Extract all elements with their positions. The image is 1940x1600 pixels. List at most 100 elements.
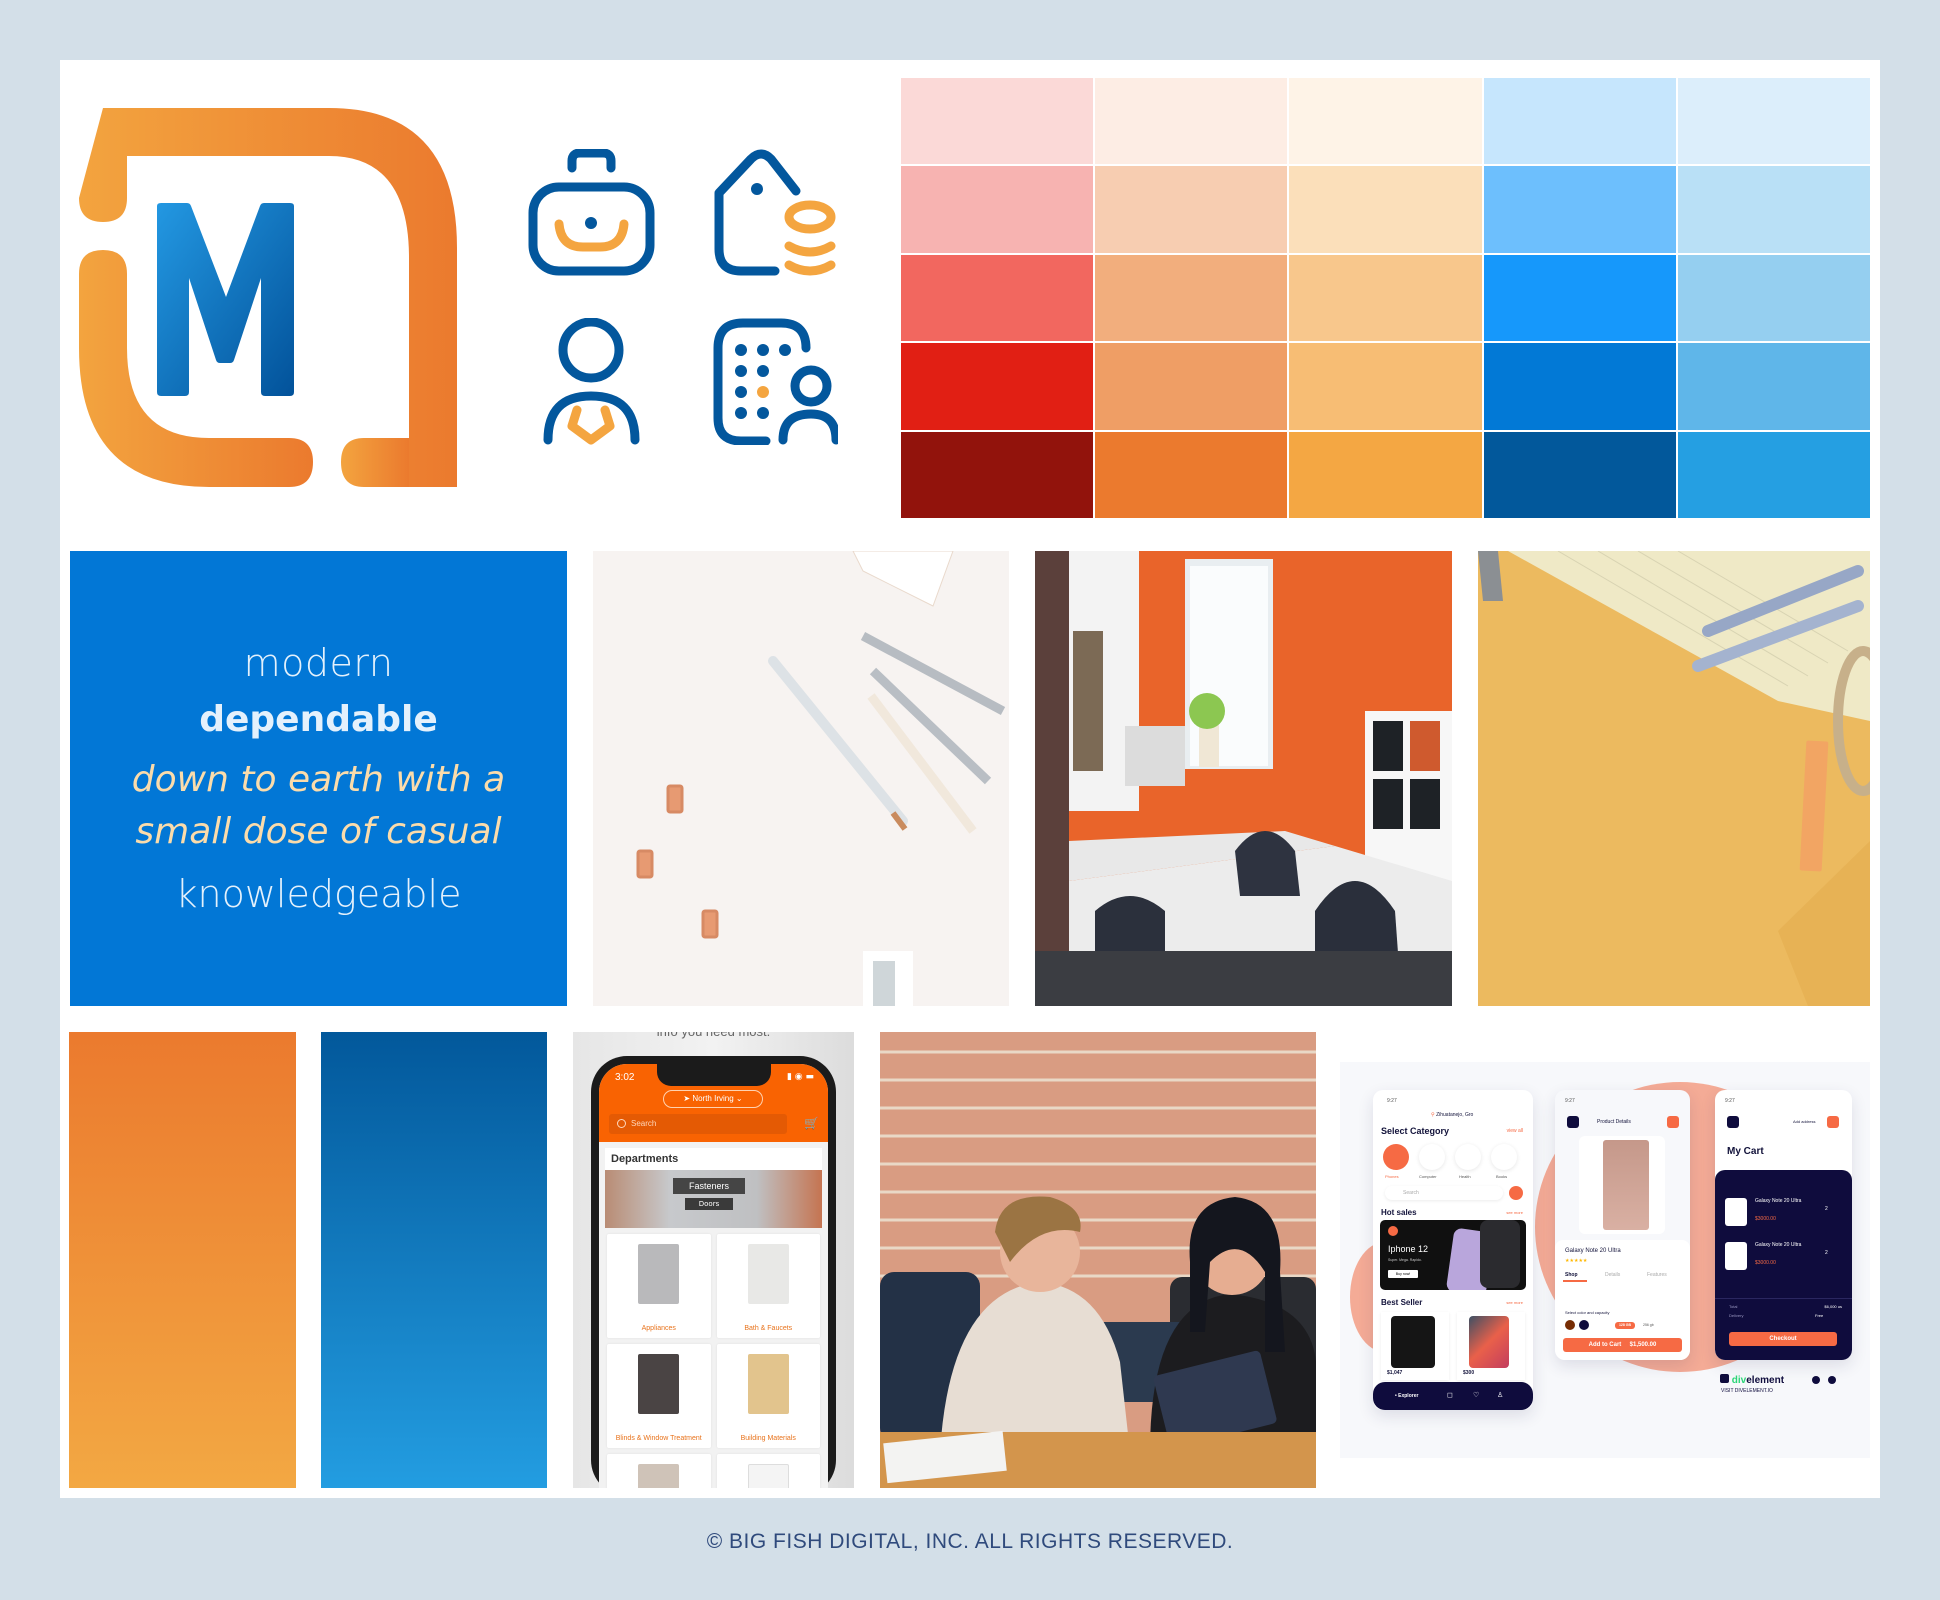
category-screen: 9:27 ⚲ Zihuatanejo, Gro Select Category … (1373, 1090, 1533, 1410)
app-caption: info you need most. (573, 1032, 854, 1039)
product-image (1469, 1316, 1509, 1368)
store-location-label: North Irving (692, 1094, 734, 1103)
brand-suffix: element (1746, 1375, 1785, 1386)
phone-frame: 3:02 ▮ ◉ ▬ ➤ North Irving ⌄ Search 🛒 Dep… (591, 1056, 836, 1488)
voice-modern: modern (243, 641, 394, 685)
cart-item-price: $3000.00 (1755, 1216, 1776, 1222)
phone-screen: 3:02 ▮ ◉ ▬ ➤ North Irving ⌄ Search 🛒 Dep… (599, 1064, 828, 1488)
tile-label: Appliances (641, 1325, 676, 1332)
yellow-stationery-photo (1478, 551, 1870, 1006)
tab-details[interactable]: Details (1605, 1272, 1620, 1278)
capacity-256-option[interactable]: 256 gb (1643, 1323, 1654, 1327)
buy-now-button[interactable]: Buy now! (1388, 1270, 1418, 1278)
swatch-sky-3 (1677, 254, 1870, 342)
copyright-footer: © BIG FISH DIGITAL, INC. ALL RIGHTS RESE… (706, 1530, 1234, 1553)
category-computer-icon[interactable] (1419, 1144, 1445, 1170)
department-tile[interactable] (607, 1454, 711, 1488)
category-phones-icon[interactable] (1383, 1144, 1409, 1170)
instagram-icon[interactable] (1812, 1376, 1820, 1384)
back-button[interactable] (1727, 1116, 1739, 1128)
swatch-amber-4 (1289, 343, 1482, 430)
tab-underline (1563, 1280, 1587, 1282)
search-input[interactable]: Search (1385, 1186, 1503, 1200)
cart-button[interactable] (1667, 1116, 1679, 1128)
color-brown-option[interactable] (1565, 1320, 1575, 1330)
back-button[interactable] (1567, 1116, 1579, 1128)
profile-icon[interactable]: ♙ (1497, 1391, 1503, 1399)
voice-line-b: small dose of casual (135, 811, 502, 852)
new-badge (1388, 1226, 1398, 1236)
add-to-cart-label: Add to Cart (1588, 1342, 1622, 1348)
delivery-label: Delivery (1729, 1313, 1744, 1318)
see-more-link[interactable]: see more (1506, 1300, 1523, 1305)
visit-link[interactable]: VISIT DIVELEMENT.IO (1721, 1388, 1773, 1394)
category-books-icon[interactable] (1491, 1144, 1517, 1170)
tab-shop[interactable]: Shop (1565, 1272, 1578, 1278)
checkout-button[interactable]: Checkout (1729, 1332, 1837, 1346)
banner-sign: Fasteners (673, 1178, 745, 1194)
department-tile[interactable]: Appliances (607, 1234, 711, 1338)
add-address-link[interactable]: Add address (1793, 1119, 1815, 1124)
product-detail-screen: 9:27 Product Details Galaxy Note 20 Ultr… (1555, 1090, 1690, 1360)
orange-gradient-swatch (69, 1032, 296, 1488)
blue-gradient-swatch (321, 1032, 547, 1488)
select-label: Select color and capacity (1565, 1310, 1610, 1315)
divelement-mark-icon (1720, 1374, 1729, 1383)
view-all-link[interactable]: view all (1507, 1128, 1523, 1134)
filter-icon[interactable] (1509, 1186, 1523, 1200)
swatch-sky-4 (1677, 343, 1870, 430)
department-tile[interactable]: Building Materials (716, 1344, 820, 1448)
divider (1715, 1298, 1852, 1299)
product-card[interactable]: $300 (1457, 1312, 1525, 1380)
department-tile[interactable]: Blinds & Window Treatment (607, 1344, 711, 1448)
meeting-photo (880, 1032, 1316, 1488)
swatch-red-2 (901, 166, 1094, 253)
search-placeholder: Search (1403, 1190, 1419, 1196)
department-tile[interactable] (716, 1454, 820, 1488)
tab-features[interactable]: Features (1647, 1272, 1667, 1278)
cart-screen: 9:27 Add address My Cart Galaxy Note 20 … (1715, 1090, 1852, 1360)
category-label: Books (1496, 1174, 1508, 1179)
category-label: Computer (1419, 1174, 1437, 1179)
color-palette (901, 78, 1870, 518)
bag-icon[interactable]: ◻ (1447, 1391, 1453, 1399)
search-input[interactable]: Search (609, 1114, 787, 1134)
department-tile[interactable]: Bath & Faucets (716, 1234, 820, 1338)
category-health-icon[interactable] (1455, 1144, 1481, 1170)
best-seller-title: Best Seller (1381, 1298, 1423, 1307)
promo-title: Iphone 12 (1388, 1244, 1429, 1254)
status-icons: ▮ ◉ ▬ (786, 1072, 814, 1082)
color-navy-option[interactable] (1579, 1320, 1589, 1330)
departments-banner: Fasteners Doors (605, 1170, 822, 1228)
banner-sign: Doors (685, 1198, 733, 1210)
cart-icon[interactable]: 🛒 (804, 1116, 819, 1130)
voice-line-a: down to earth with a (131, 759, 506, 800)
cart-item-image (1725, 1242, 1747, 1270)
price-tag-coins-icon (711, 149, 838, 277)
divelement-logo[interactable]: divelement (1720, 1374, 1784, 1386)
product-card[interactable]: $1,047 (1381, 1312, 1449, 1380)
store-location-button[interactable]: ➤ North Irving ⌄ (663, 1090, 763, 1108)
nav-explorer[interactable]: • Explorer (1395, 1393, 1418, 1399)
status-time: 9:27 (1387, 1098, 1397, 1104)
departments-title: Departments (605, 1148, 822, 1170)
swatch-orange-5 (1095, 431, 1288, 518)
door-image (747, 1464, 789, 1488)
heart-icon[interactable]: ♡ (1473, 1391, 1479, 1399)
promo-banner[interactable]: Iphone 12 Super. Mega. Rapido. Buy now! (1380, 1220, 1526, 1290)
add-to-cart-button[interactable]: Add to Cart $1,500.00 (1563, 1338, 1682, 1352)
capacity-128-option[interactable]: 128 GB (1615, 1322, 1635, 1329)
logo-mark-icon (79, 108, 457, 487)
facebook-icon[interactable] (1828, 1376, 1836, 1384)
quantity-stepper[interactable]: 2 (1825, 1250, 1828, 1256)
location-button[interactable] (1827, 1116, 1839, 1128)
lumber-image (747, 1354, 789, 1414)
location-label[interactable]: ⚲ Zihuatanejo, Gro (1431, 1112, 1473, 1118)
swatch-orange-2 (1095, 166, 1288, 253)
nav-explorer-label: Explorer (1398, 1393, 1419, 1399)
section-title: Select Category (1381, 1126, 1450, 1136)
fridge-image (638, 1244, 680, 1304)
see-more-link[interactable]: see more (1506, 1210, 1523, 1215)
location-arrow-icon: ➤ (683, 1094, 693, 1103)
quantity-stepper[interactable]: 2 (1825, 1206, 1828, 1212)
